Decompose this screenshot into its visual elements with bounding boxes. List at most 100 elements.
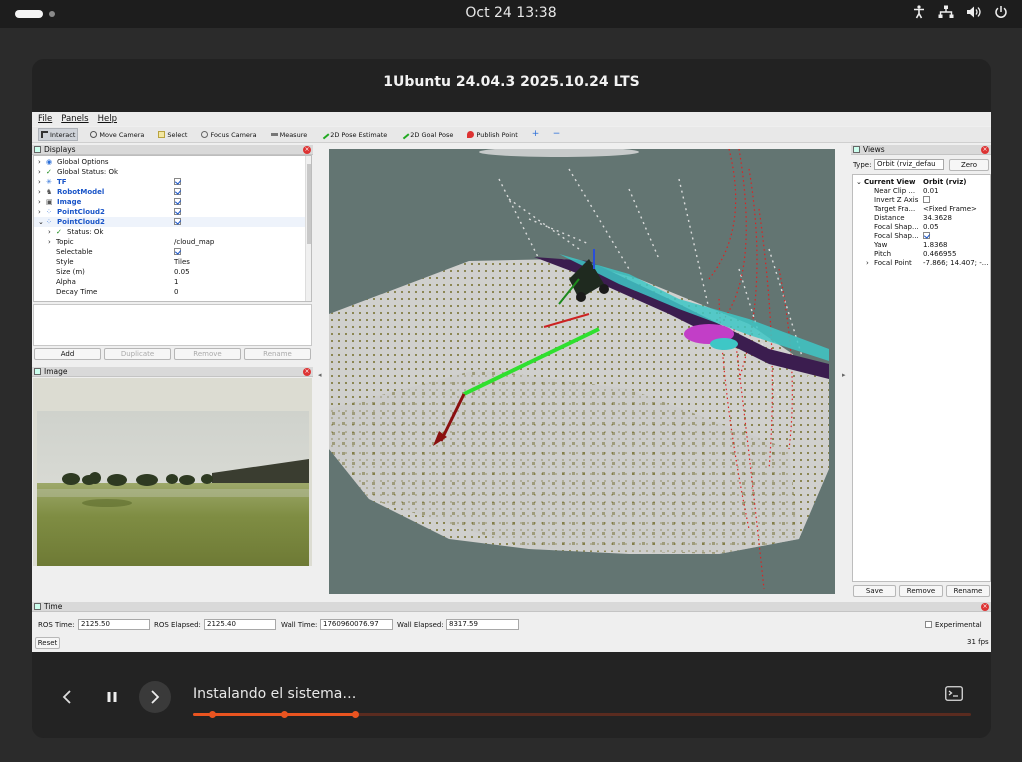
move-camera-icon (90, 131, 98, 138)
views-row-focal-point[interactable]: › Focal Point -7.866; 14.407; -... (853, 258, 990, 268)
goal-arrow-green-icon (399, 129, 410, 140)
clock-icon (34, 603, 41, 610)
close-icon[interactable]: × (981, 603, 989, 611)
checkbox[interactable] (923, 196, 930, 203)
right-splitter-arrow[interactable]: ▸ (842, 371, 846, 379)
checkbox[interactable] (174, 198, 181, 205)
focus-camera-icon (201, 131, 209, 138)
duplicate-display-button[interactable]: Duplicate (104, 348, 171, 360)
close-icon[interactable]: × (303, 146, 311, 154)
ruler-icon (270, 133, 278, 136)
network-icon[interactable] (938, 5, 954, 19)
menu-file[interactable]: File (38, 114, 52, 124)
views-type-select[interactable]: Orbit (rviz_defau (874, 159, 944, 170)
tree-row-topic[interactable]: › Topic/cloud_map (34, 237, 311, 247)
checkbox[interactable] (174, 248, 181, 255)
tree-row-tf[interactable]: › ✳ TF (34, 177, 311, 187)
wall-time-label: Wall Time: (281, 621, 318, 629)
tree-row-pointcloud2-a[interactable]: › ⁘ PointCloud2 (34, 207, 311, 217)
tool-focus-camera[interactable]: Focus Camera (199, 128, 258, 141)
tree-row-status[interactable]: › ✓ Status: Ok (34, 227, 311, 237)
views-tree[interactable]: ⌄ Current View Orbit (rviz) Near Clip ... 0… (852, 174, 991, 582)
tool-2d-pose-estimate[interactable]: 2D Pose Estimate (319, 128, 389, 141)
checkmark-icon: ✓ (56, 228, 62, 236)
ros-elapsed-field[interactable]: 2125.40 (204, 619, 276, 630)
views-rename-button[interactable]: Rename (946, 585, 990, 597)
tool-move-camera[interactable]: Move Camera (88, 128, 146, 141)
panel-icon (34, 146, 41, 153)
pause-button[interactable] (96, 681, 128, 713)
menu-panels[interactable]: Panels (61, 114, 88, 124)
tool-interact[interactable]: Interact (38, 128, 79, 141)
tree-row-image[interactable]: › ▣ Image (34, 197, 311, 207)
3d-viewport[interactable] (329, 149, 835, 594)
tool-remove[interactable]: − (551, 128, 562, 141)
system-tray[interactable] (912, 5, 1008, 19)
chevron-left-icon (62, 690, 71, 704)
progress-step-dot (352, 711, 359, 718)
wall-time-field[interactable]: 1760960076.97 (320, 619, 393, 630)
cursor-icon (41, 131, 48, 138)
left-splitter-arrow[interactable]: ◂ (318, 371, 322, 379)
minus-icon: − (552, 129, 561, 139)
tree-row-style[interactable]: Style Tiles (34, 257, 311, 267)
pose-arrow-green-icon (319, 129, 330, 140)
tree-row-global-options[interactable]: › ◉ Global Options (34, 157, 311, 167)
tool-select[interactable]: Select (156, 128, 189, 141)
clock[interactable]: Oct 24 13:38 (0, 5, 1022, 21)
next-button[interactable] (139, 681, 171, 713)
wall-elapsed-field[interactable]: 8317.59 (446, 619, 519, 630)
close-icon[interactable]: × (303, 368, 311, 376)
window-title: 1Ubuntu 24.04.3 2025.10.24 LTS (383, 74, 640, 90)
close-icon[interactable]: × (981, 146, 989, 154)
back-button[interactable] (51, 681, 83, 713)
tool-add[interactable]: + (530, 128, 541, 141)
terminal-icon (945, 686, 963, 701)
views-zero-button[interactable]: Zero (949, 159, 989, 171)
add-display-button[interactable]: Add (34, 348, 101, 360)
checkbox[interactable] (174, 188, 181, 195)
accessibility-icon[interactable] (912, 5, 926, 19)
pointcloud-icon: ⁘ (46, 218, 52, 226)
globe-icon: ◉ (46, 158, 53, 166)
ros-time-field[interactable]: 2125.50 (78, 619, 150, 630)
tree-row-size[interactable]: Size (m) 0.05 (34, 267, 311, 277)
tool-bar: Interact Move Camera Select Focus Camera… (32, 127, 991, 143)
tree-row-pointcloud2-b[interactable]: ⌄ ⁘ PointCloud2 (34, 217, 311, 227)
reset-button[interactable]: Reset (35, 637, 60, 649)
tree-row-alpha[interactable]: Alpha 1 (34, 277, 311, 287)
chevron-right-icon (151, 690, 160, 704)
remove-display-button[interactable]: Remove (174, 348, 241, 360)
tree-row-decay-time[interactable]: Decay Time 0 (34, 287, 311, 297)
tool-2d-goal-pose[interactable]: 2D Goal Pose (399, 128, 455, 141)
tool-publish-point[interactable]: Publish Point (465, 128, 519, 141)
views-remove-button[interactable]: Remove (899, 585, 943, 597)
terminal-button[interactable] (945, 686, 963, 705)
tree-row-global-status[interactable]: › ✓ Global Status: Ok (34, 167, 311, 177)
tree-scrollbar[interactable] (305, 156, 311, 301)
checkmark-icon: ✓ (46, 168, 52, 176)
checkbox[interactable] (174, 178, 181, 185)
volume-icon[interactable] (966, 5, 982, 19)
image-icon: ▣ (46, 198, 53, 206)
install-progress-bar (193, 711, 971, 718)
checkbox[interactable] (174, 218, 181, 225)
tree-row-selectable[interactable]: Selectable (34, 247, 311, 257)
ros-elapsed-label: ROS Elapsed: (154, 621, 201, 629)
checkbox[interactable] (923, 232, 930, 239)
displays-tree[interactable]: › ◉ Global Options › ✓ Global Status: Ok › ✳ T… (33, 155, 312, 302)
point-cloud-scene[interactable] (329, 149, 835, 594)
image-panel-body (33, 378, 312, 566)
experimental-checkbox[interactable] (925, 621, 932, 628)
tool-measure[interactable]: Measure (269, 128, 310, 141)
rename-display-button[interactable]: Rename (244, 348, 311, 360)
plus-icon: + (531, 129, 540, 139)
power-icon[interactable] (994, 5, 1008, 19)
displays-panel-header: Displays × (32, 145, 313, 155)
checkbox[interactable] (174, 208, 181, 215)
views-save-button[interactable]: Save (853, 585, 896, 597)
menu-help[interactable]: Help (98, 114, 117, 124)
map-pin-icon (467, 131, 475, 138)
tree-row-robotmodel[interactable]: › ♞ RobotModel (34, 187, 311, 197)
pause-icon (107, 692, 117, 702)
